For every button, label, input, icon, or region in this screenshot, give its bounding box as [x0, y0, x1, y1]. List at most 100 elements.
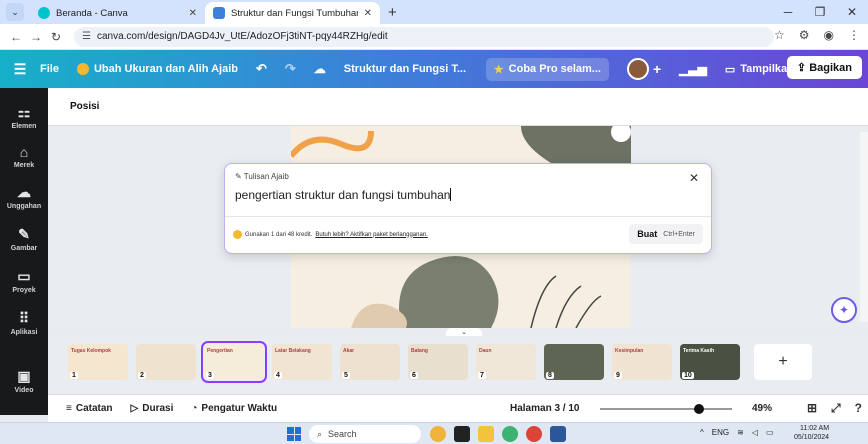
avatar[interactable]: [626, 58, 649, 80]
shortcut-hint: Ctrl+Enter: [663, 230, 695, 238]
page-thumbnail[interactable]: Latar Belakang 4: [272, 344, 332, 380]
bookmark-star-icon[interactable]: ☆: [774, 28, 785, 42]
app-icon[interactable]: [430, 426, 446, 442]
zoom-slider-handle[interactable]: [693, 404, 704, 414]
undo-icon[interactable]: ↶: [256, 61, 267, 77]
fullscreen-icon[interactable]: ⤢: [831, 401, 841, 416]
generate-label: Buat: [637, 229, 658, 239]
taskbar-search-label: Search: [328, 429, 357, 439]
magic-resize-button[interactable]: Ubah Ukuran dan Alih Ajaib: [76, 63, 238, 75]
tab-canva-home[interactable]: Beranda - Canva ✕: [30, 2, 205, 24]
sidebar-item-projects[interactable]: ▭ Proyek: [0, 268, 48, 294]
word-icon[interactable]: [550, 426, 566, 442]
notes-button[interactable]: ≡ Catatan: [66, 403, 113, 414]
notes-icon: ≡: [66, 403, 72, 414]
page-number: 9: [614, 372, 622, 379]
battery-icon[interactable]: ▭: [766, 428, 774, 437]
share-button[interactable]: ⇪ Bagikan: [786, 56, 862, 79]
redo-icon[interactable]: ↷: [285, 61, 296, 77]
sidebar-item-draw[interactable]: ✎ Gambar: [0, 226, 48, 252]
document-title[interactable]: Struktur dan Fungsi T...: [344, 63, 468, 75]
clock-time: 11:02 AM: [799, 425, 830, 432]
tab-search-menu-icon[interactable]: ⌄: [6, 3, 24, 21]
sidebar-item-label: Proyek: [12, 287, 36, 294]
app-icon[interactable]: [502, 426, 518, 442]
grid-view-icon[interactable]: ⊞: [807, 401, 817, 416]
timer-button[interactable]: ◔ Pengatur Waktu: [191, 403, 277, 414]
back-arrow-icon[interactable]: ←: [6, 30, 26, 44]
tab-close-icon[interactable]: ✕: [364, 8, 372, 19]
page-thumbnail[interactable]: 8: [544, 344, 604, 380]
present-button[interactable]: ▭ Tampilkan: [725, 63, 794, 76]
clock-date: 05/10/2024: [794, 434, 830, 441]
window-close-icon[interactable]: ✕: [836, 5, 868, 19]
sidebar-item-video[interactable]: ▣ Video: [0, 368, 48, 394]
sidebar-item-label: Video: [14, 387, 34, 394]
taskbar-clock[interactable]: 11:02 AM 05/10/2024: [794, 424, 829, 442]
windows-taskbar: ⌕ Search ^ ENG ≋ ◁ ▭ 11:02 AM 05/10/2024: [0, 422, 868, 444]
volume-icon[interactable]: ◁: [752, 428, 758, 437]
chrome-icon[interactable]: [526, 426, 542, 442]
generate-button[interactable]: Buat Ctrl+Enter: [629, 224, 703, 244]
canva-favicon-icon: [38, 7, 50, 19]
help-icon[interactable]: ?: [855, 401, 862, 416]
dialog-close-icon[interactable]: ✕: [689, 171, 699, 185]
windows-start-icon[interactable]: [287, 427, 301, 441]
page-thumbnail[interactable]: Daun 7: [476, 344, 536, 380]
browser-menu-icon[interactable]: ⋮: [848, 28, 860, 42]
present-icon: ▭: [724, 63, 736, 76]
page-counter[interactable]: Halaman 3 / 10: [510, 403, 579, 414]
page-thumbnail[interactable]: Terima Kasih 10: [680, 344, 740, 380]
zoom-slider[interactable]: [600, 404, 732, 414]
forward-arrow-icon[interactable]: →: [26, 30, 46, 44]
new-tab-button[interactable]: +: [388, 4, 397, 21]
thumbnail-title: Latar Belakang: [275, 348, 311, 354]
file-explorer-icon[interactable]: [478, 426, 494, 442]
file-menu-button[interactable]: File: [40, 63, 59, 75]
insights-chart-icon[interactable]: ▁▃▅: [679, 62, 707, 76]
chevron-up-icon[interactable]: ^: [700, 428, 704, 437]
add-page-button[interactable]: +: [754, 344, 812, 380]
page-number: 8: [546, 372, 554, 379]
taskbar-search[interactable]: ⌕ Search: [309, 425, 421, 443]
vertical-scrollbar[interactable]: [860, 132, 868, 322]
language-indicator[interactable]: ENG: [712, 428, 729, 437]
timer-icon: ◔: [191, 403, 198, 414]
tab-close-icon[interactable]: ✕: [189, 8, 197, 19]
page-thumbnail[interactable]: 2: [136, 344, 196, 380]
magic-write-prompt-input[interactable]: pengertian struktur dan fungsi tumbuhan: [235, 188, 452, 202]
profile-icon[interactable]: ◉: [824, 28, 834, 42]
restore-icon[interactable]: ❐: [804, 5, 836, 19]
extensions-icon[interactable]: ⚙: [799, 28, 810, 42]
sidebar-item-uploads[interactable]: ☁ Unggahan: [0, 184, 48, 210]
page-thumbnail[interactable]: Tugas Kelompok 1: [68, 344, 128, 380]
sidebar-item-apps[interactable]: ⠿ Aplikasi: [0, 310, 48, 336]
cloud-save-icon[interactable]: ☁: [314, 62, 326, 76]
duration-button[interactable]: ▷ Durasi: [131, 403, 174, 414]
sidebar-item-elements[interactable]: ⚏ Elemen: [0, 104, 48, 130]
app-icon[interactable]: [454, 426, 470, 442]
reload-icon[interactable]: ↻: [46, 30, 66, 44]
minimize-icon[interactable]: ─: [772, 5, 804, 19]
page-number: 3: [206, 372, 214, 379]
try-pro-button[interactable]: ★ Coba Pro selam...: [485, 57, 609, 81]
page-thumbnail[interactable]: Pengertian 3: [201, 341, 267, 383]
tab-design[interactable]: Struktur dan Fungsi Tumbuhan ✕: [205, 2, 380, 24]
zoom-level[interactable]: 49%: [752, 403, 772, 414]
subscribe-link[interactable]: Butuh lebih? Aktifkan paket berlangganan…: [315, 232, 427, 238]
main-menu-icon[interactable]: ☰: [0, 61, 40, 78]
site-info-icon[interactable]: ☰: [82, 31, 91, 42]
page-number: 10: [682, 372, 694, 379]
present-label: Tampilkan: [740, 63, 794, 75]
page-thumbnail[interactable]: Batang 6: [408, 344, 468, 380]
page-thumbnail[interactable]: Kesimpulan 9: [612, 344, 672, 380]
position-button[interactable]: Posisi: [70, 101, 99, 112]
sidebar-item-brand[interactable]: ⌂ Merek: [0, 144, 48, 169]
share-label: Bagikan: [809, 62, 852, 74]
magic-assistant-sparkle-icon[interactable]: ✦: [831, 297, 857, 323]
url-input[interactable]: ☰ canva.com/design/DAGD4Jv_UtE/AdozOFj3t…: [74, 26, 774, 47]
wifi-icon[interactable]: ≋: [737, 428, 744, 437]
add-collaborator-icon[interactable]: +: [653, 61, 661, 77]
page-thumbnail[interactable]: Akar 5: [340, 344, 400, 380]
left-sidebar: ⚏ Elemen ⌂ Merek ☁ Unggahan ✎ Gambar ▭ P…: [0, 88, 48, 415]
